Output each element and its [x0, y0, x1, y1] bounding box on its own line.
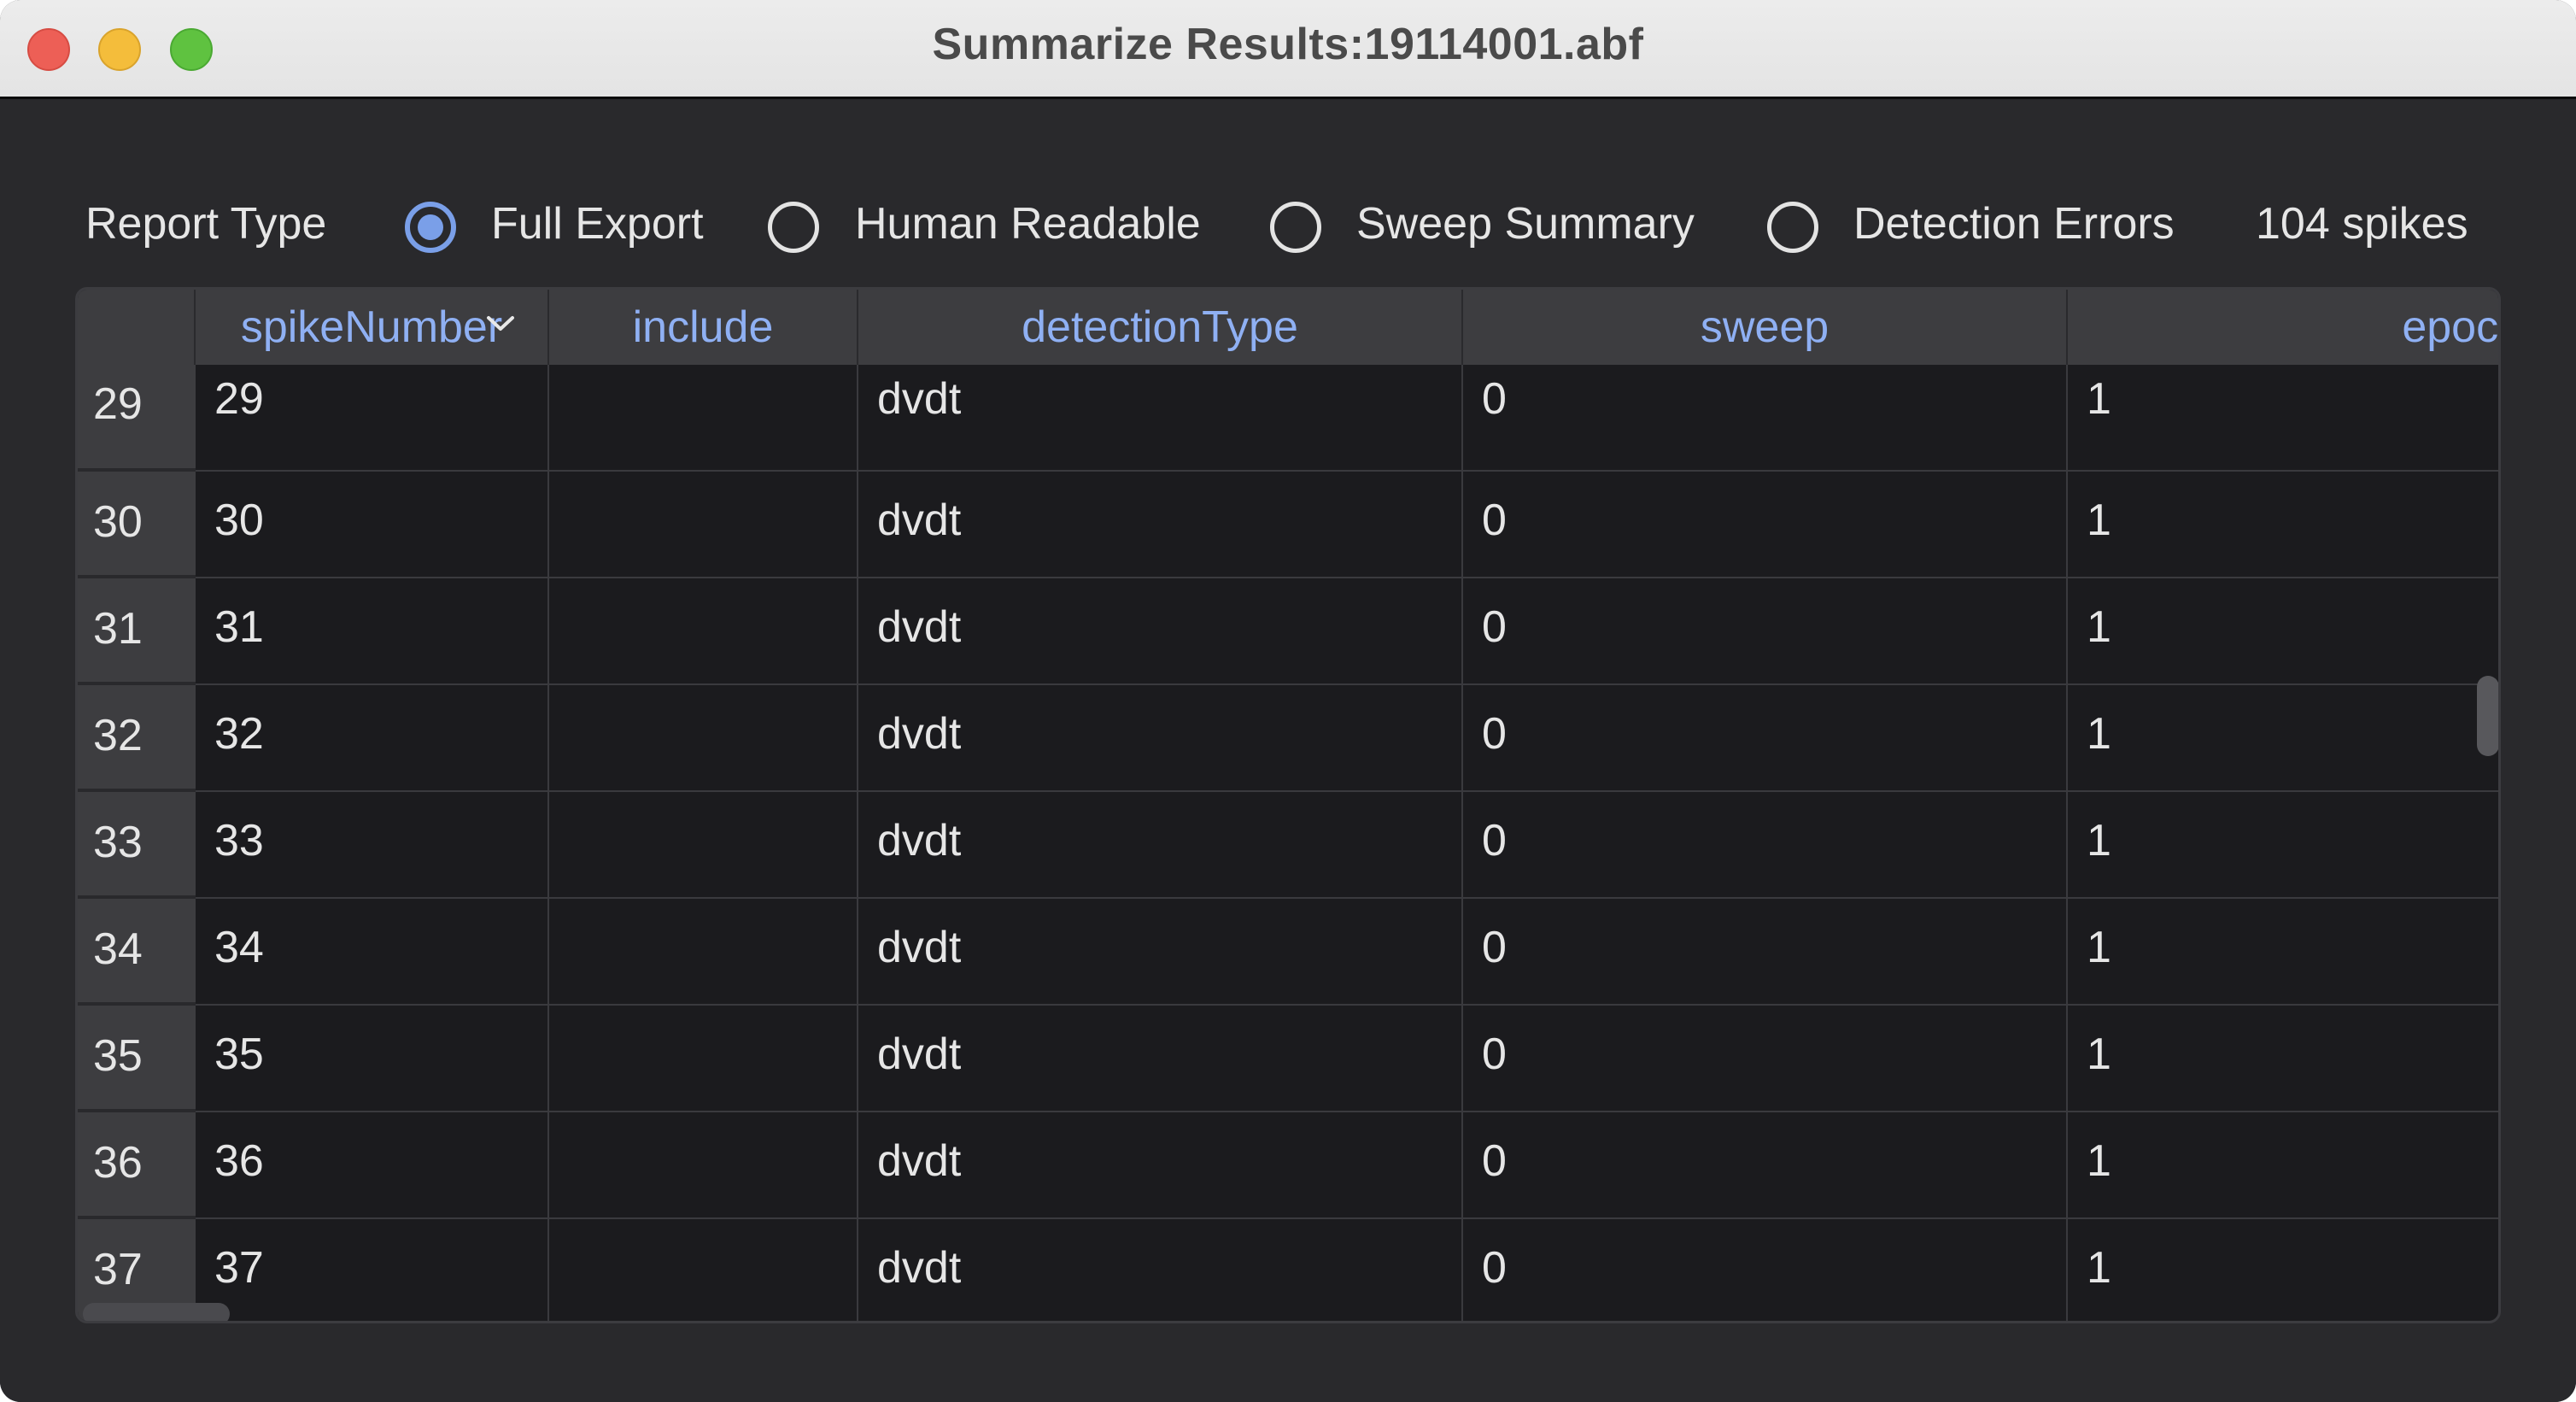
- table-row[interactable]: 31 dvdt 0 1: [196, 578, 2498, 685]
- row-header[interactable]: 34: [78, 899, 196, 1006]
- row-header[interactable]: 33: [78, 792, 196, 899]
- radio-detection-errors[interactable]: [1767, 202, 1818, 253]
- cell-include[interactable]: [549, 1006, 858, 1112]
- table-row[interactable]: 34 dvdt 0 1: [196, 899, 2498, 1006]
- radio-full-export[interactable]: [405, 202, 456, 253]
- radio-sweep-summary-label[interactable]: Sweep Summary: [1356, 198, 1695, 249]
- main-content: Report Type Full Export Human Readable S…: [0, 99, 2576, 1402]
- row-header-column: 29 30 31 32 33 34 35 36 37: [78, 365, 196, 1321]
- cell-include[interactable]: [549, 578, 858, 685]
- cell-include[interactable]: [549, 1219, 858, 1321]
- row-header[interactable]: 29: [78, 365, 196, 472]
- cell-epoch[interactable]: 1: [2068, 792, 2498, 899]
- spike-count-label: 104 spikes: [2256, 199, 2468, 249]
- row-header[interactable]: 35: [78, 1006, 196, 1112]
- row-header[interactable]: 30: [78, 472, 196, 578]
- cell-sweep[interactable]: 0: [1463, 899, 2068, 1006]
- cell-detectionType[interactable]: dvdt: [858, 1006, 1463, 1112]
- cell-sweep[interactable]: 0: [1463, 685, 2068, 792]
- table-row[interactable]: 33 dvdt 0 1: [196, 792, 2498, 899]
- cell-epoch[interactable]: 1: [2068, 1219, 2498, 1321]
- table-row[interactable]: 36 dvdt 0 1: [196, 1112, 2498, 1219]
- cell-detectionType[interactable]: dvdt: [858, 685, 1463, 792]
- cell-epoch[interactable]: 1: [2068, 899, 2498, 1006]
- column-header-sweep[interactable]: sweep: [1463, 290, 2068, 365]
- cell-spikeNumber[interactable]: 34: [196, 899, 549, 1006]
- cell-spikeNumber[interactable]: 37: [196, 1219, 549, 1321]
- vertical-scrollbar-thumb[interactable]: [2477, 676, 2498, 756]
- cell-spikeNumber[interactable]: 36: [196, 1112, 549, 1219]
- cell-include[interactable]: [549, 899, 858, 1006]
- cell-include[interactable]: [549, 365, 858, 472]
- cell-sweep[interactable]: 0: [1463, 578, 2068, 685]
- cell-sweep[interactable]: 0: [1463, 1219, 2068, 1321]
- cell-epoch[interactable]: 1: [2068, 578, 2498, 685]
- title-bar[interactable]: Summarize Results:19114001.abf: [0, 0, 2576, 99]
- cell-detectionType[interactable]: dvdt: [858, 365, 1463, 472]
- cell-detectionType[interactable]: dvdt: [858, 1112, 1463, 1219]
- table-row[interactable]: 30 dvdt 0 1: [196, 472, 2498, 578]
- horizontal-scrollbar-thumb[interactable]: [83, 1303, 230, 1321]
- table-row[interactable]: 37 dvdt 0 1: [196, 1219, 2498, 1321]
- cell-spikeNumber[interactable]: 32: [196, 685, 549, 792]
- cell-sweep[interactable]: 0: [1463, 792, 2068, 899]
- cell-epoch[interactable]: 1: [2068, 1006, 2498, 1112]
- table-body: 29 dvdt 0 1 30 dvdt 0 1 31 dvdt 0 1 32 d…: [196, 365, 2498, 1321]
- cell-spikeNumber[interactable]: 31: [196, 578, 549, 685]
- cell-include[interactable]: [549, 1112, 858, 1219]
- radio-sweep-summary[interactable]: [1270, 202, 1321, 253]
- cell-spikeNumber[interactable]: 29: [196, 365, 549, 472]
- cell-detectionType[interactable]: dvdt: [858, 578, 1463, 685]
- cell-sweep[interactable]: 0: [1463, 472, 2068, 578]
- table-row[interactable]: 35 dvdt 0 1: [196, 1006, 2498, 1112]
- window-title: Summarize Results:19114001.abf: [932, 20, 1644, 69]
- row-header[interactable]: 36: [78, 1112, 196, 1219]
- report-type-label: Report Type: [85, 199, 327, 249]
- results-table[interactable]: spikeNumber include detectionType sweep …: [75, 287, 2501, 1323]
- cell-detectionType[interactable]: dvdt: [858, 472, 1463, 578]
- cell-sweep[interactable]: 0: [1463, 1006, 2068, 1112]
- table-row[interactable]: 32 dvdt 0 1: [196, 685, 2498, 792]
- column-header-epoch[interactable]: epoch: [2068, 290, 2498, 365]
- cell-include[interactable]: [549, 792, 858, 899]
- radio-human-readable-label[interactable]: Human Readable: [855, 198, 1201, 249]
- cell-sweep[interactable]: 0: [1463, 365, 2068, 472]
- report-type-toolbar: Report Type Full Export Human Readable S…: [0, 185, 2576, 261]
- cell-epoch[interactable]: 1: [2068, 1112, 2498, 1219]
- cell-include[interactable]: [549, 685, 858, 792]
- cell-sweep[interactable]: 0: [1463, 1112, 2068, 1219]
- cell-detectionType[interactable]: dvdt: [858, 792, 1463, 899]
- cell-epoch[interactable]: 1: [2068, 685, 2498, 792]
- cell-epoch[interactable]: 1: [2068, 472, 2498, 578]
- table-corner-button[interactable]: [78, 290, 196, 365]
- cell-spikeNumber[interactable]: 30: [196, 472, 549, 578]
- table-row[interactable]: 29 dvdt 0 1: [196, 365, 2498, 472]
- row-header[interactable]: 31: [78, 578, 196, 685]
- radio-human-readable[interactable]: [768, 202, 819, 253]
- app-window: Summarize Results:19114001.abf Report Ty…: [0, 0, 2576, 1402]
- cell-include[interactable]: [549, 472, 858, 578]
- sort-descending-icon: [487, 316, 514, 331]
- cell-spikeNumber[interactable]: 35: [196, 1006, 549, 1112]
- radio-detection-errors-label[interactable]: Detection Errors: [1853, 198, 2175, 249]
- row-header[interactable]: 32: [78, 685, 196, 792]
- radio-full-export-label[interactable]: Full Export: [491, 198, 704, 249]
- column-header-spikeNumber[interactable]: spikeNumber: [196, 290, 549, 365]
- cell-epoch[interactable]: 1: [2068, 365, 2498, 472]
- cell-detectionType[interactable]: dvdt: [858, 899, 1463, 1006]
- column-header-include[interactable]: include: [549, 290, 858, 365]
- cell-detectionType[interactable]: dvdt: [858, 1219, 1463, 1321]
- table-header: spikeNumber include detectionType sweep …: [196, 290, 2498, 365]
- cell-spikeNumber[interactable]: 33: [196, 792, 549, 899]
- column-header-detectionType[interactable]: detectionType: [858, 290, 1463, 365]
